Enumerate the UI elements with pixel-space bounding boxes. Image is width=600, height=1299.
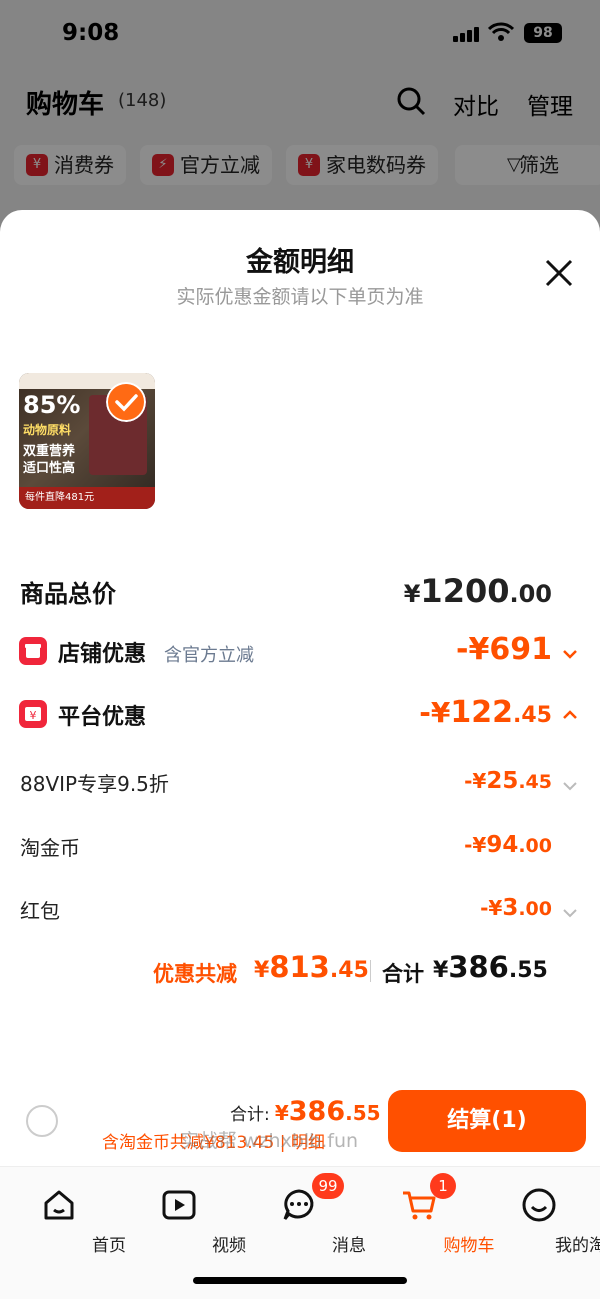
row-taojinbi: 淘金币 -¥94.00 bbox=[20, 832, 552, 860]
total-discount-value: ¥813.45 bbox=[254, 950, 369, 984]
message-icon bbox=[283, 1189, 314, 1220]
page-title: 购物车 bbox=[26, 90, 105, 120]
close-icon[interactable] bbox=[544, 258, 574, 288]
checkout-total: 合计: ¥386.55 bbox=[230, 1096, 381, 1127]
wifi-icon bbox=[488, 22, 514, 41]
chevron-down-icon[interactable] bbox=[562, 905, 578, 921]
total-price-value: ¥1200.00 bbox=[403, 572, 552, 610]
platform-discount-value: -¥122.45 bbox=[419, 695, 552, 730]
chip-filter[interactable]: ▽ 筛选 bbox=[455, 145, 600, 185]
selected-check-icon bbox=[106, 382, 146, 422]
row-total-price: 商品总价 ¥1200.00 bbox=[20, 572, 552, 610]
compare-link[interactable]: 对比 bbox=[453, 87, 499, 121]
chip-appliance-coupon[interactable]: ¥ 家电数码券 bbox=[286, 145, 438, 185]
chip-coupon[interactable]: ¥ 消费券 bbox=[14, 145, 126, 185]
home-indicator bbox=[193, 1277, 407, 1284]
store-icon bbox=[19, 637, 47, 665]
signal-icon bbox=[453, 26, 481, 42]
cart-count: (148) bbox=[118, 90, 167, 111]
row-red-packet[interactable]: 红包 -¥3.00 bbox=[0, 893, 600, 929]
coupon-icon: ¥ bbox=[26, 154, 48, 176]
platform-coupon-icon: ¥ bbox=[19, 700, 47, 728]
search-icon[interactable] bbox=[396, 86, 426, 116]
lightning-icon: ⚡ bbox=[152, 154, 174, 176]
discount-summary: 优惠共减 ¥813.45 合计 ¥386.55 bbox=[153, 950, 548, 986]
sheet-title: 金额明细 bbox=[246, 247, 354, 278]
row-platform-discount[interactable]: ¥ 平台优惠 -¥122.45 bbox=[0, 695, 600, 735]
summary-total-value: ¥386.55 bbox=[433, 950, 548, 984]
status-bar: 9:08 98 bbox=[0, 0, 600, 66]
profile-icon bbox=[522, 1188, 556, 1222]
sheet-subtitle: 实际优惠金额请以下单页为准 bbox=[176, 286, 424, 308]
chevron-down-icon[interactable] bbox=[562, 646, 578, 662]
chevron-down-icon[interactable] bbox=[562, 778, 578, 794]
select-all-radio[interactable] bbox=[26, 1105, 58, 1137]
row-store-discount[interactable]: 店铺优惠 含官方立减 -¥691 bbox=[0, 632, 600, 672]
message-badge: 99 bbox=[312, 1173, 344, 1199]
row-88vip-discount[interactable]: 88VIP专享9.5折 -¥25.45 bbox=[0, 766, 600, 802]
background-page: 9:08 98 购物车 (148) 对比 管理 ¥ 消费券 ⚡ 官方立减 ¥ 家电数码… bbox=[0, 0, 600, 230]
chevron-up-icon[interactable] bbox=[562, 707, 578, 723]
checkout-button[interactable]: 结算(1) bbox=[388, 1090, 586, 1152]
coupon-icon: ¥ bbox=[298, 154, 320, 176]
watermark: 实战帮 wzhxblb.fun bbox=[180, 1130, 359, 1152]
chip-official-discount[interactable]: ⚡ 官方立减 bbox=[140, 145, 272, 185]
battery-indicator: 98 bbox=[524, 23, 562, 43]
divider bbox=[370, 960, 371, 982]
filter-icon: ▽ bbox=[507, 154, 521, 175]
filter-chips: ¥ 消费券 ⚡ 官方立减 ¥ 家电数码券 ▽ 筛选 bbox=[14, 145, 600, 185]
manage-link[interactable]: 管理 bbox=[527, 87, 573, 121]
home-icon bbox=[44, 1190, 74, 1220]
svg-text:¥: ¥ bbox=[30, 709, 37, 722]
video-icon bbox=[162, 1190, 196, 1220]
cart-badge: 1 bbox=[430, 1173, 456, 1199]
status-time: 9:08 bbox=[62, 20, 120, 46]
